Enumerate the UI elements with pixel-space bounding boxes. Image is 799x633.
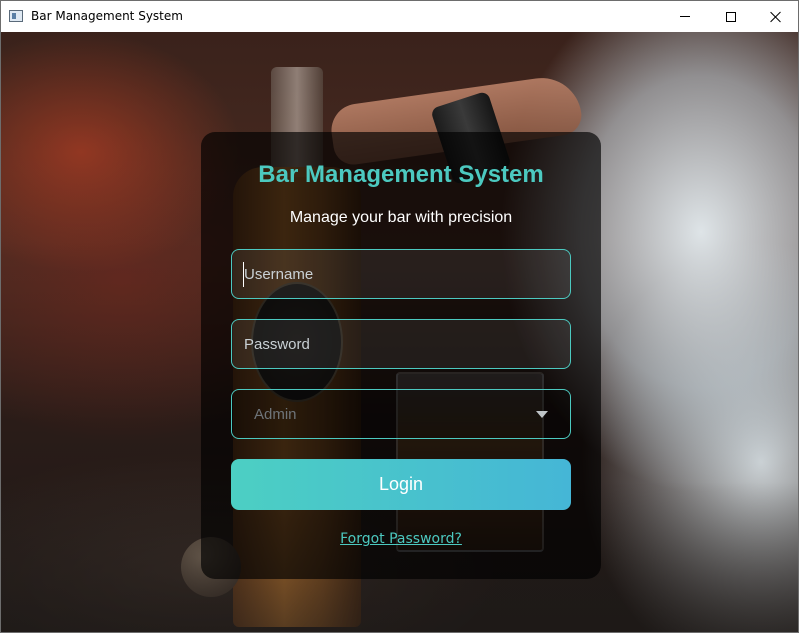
chevron-down-icon [536, 411, 548, 418]
app-window: Bar Management System Bar Management Sys… [0, 0, 799, 633]
username-field-container [231, 249, 571, 299]
text-caret [243, 262, 244, 287]
forgot-password-link[interactable]: Forgot Password? [201, 531, 601, 547]
maximize-icon [726, 11, 736, 22]
password-field-container [231, 319, 571, 369]
role-select[interactable]: Admin [231, 389, 571, 439]
maximize-button[interactable] [708, 1, 754, 32]
minimize-button[interactable] [662, 1, 708, 32]
login-subtitle: Manage your bar with precision [289, 209, 513, 226]
login-button[interactable]: Login [231, 459, 571, 510]
background-image: Bar Management System Manage your bar wi… [1, 32, 798, 632]
close-icon [770, 11, 782, 23]
close-button[interactable] [753, 1, 798, 32]
login-card: Bar Management System Manage your bar wi… [201, 132, 601, 579]
app-window-icon [9, 10, 23, 22]
role-selected-value: Admin [254, 406, 297, 423]
password-input[interactable] [232, 320, 570, 368]
minimize-icon [680, 16, 690, 17]
window-title: Bar Management System [31, 9, 183, 23]
username-input[interactable] [232, 250, 570, 298]
login-title: Bar Management System [258, 161, 544, 188]
title-bar: Bar Management System [1, 1, 798, 32]
